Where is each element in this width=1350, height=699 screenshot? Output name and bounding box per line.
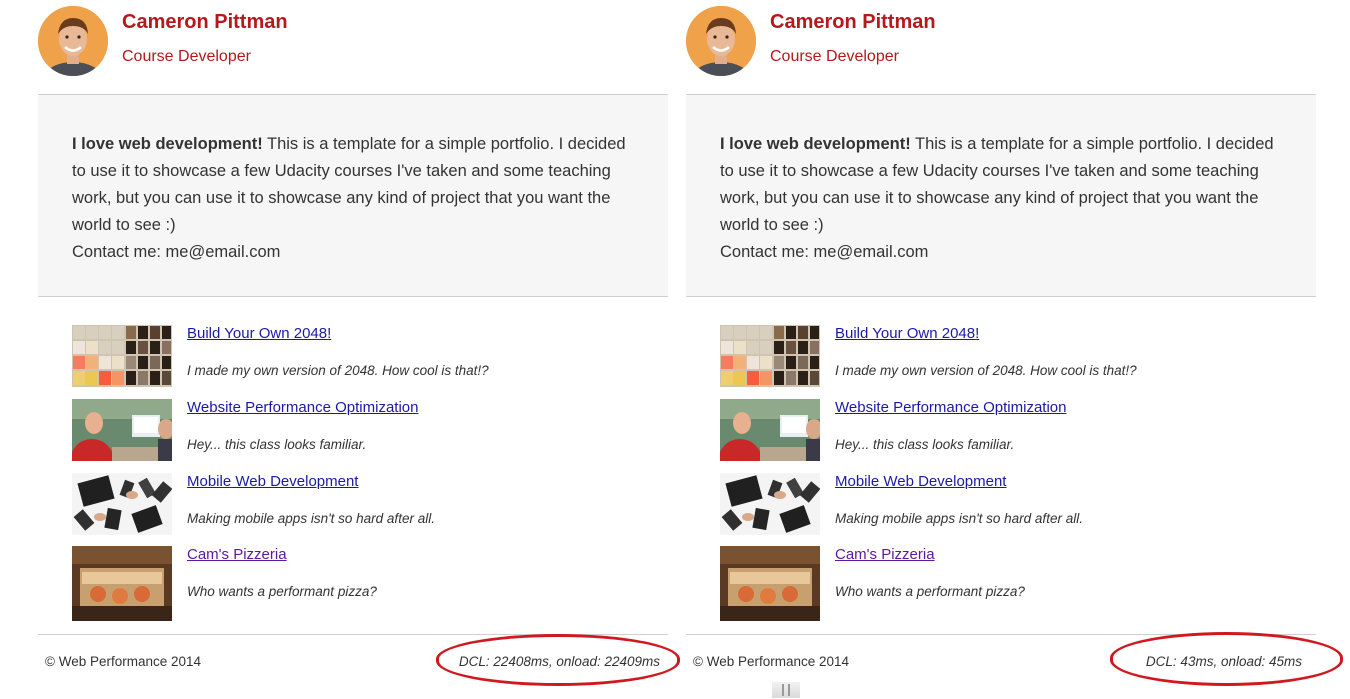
project-list: Build Your Own 2048! I made my own versi…: [686, 297, 1316, 634]
list-item: Cam's Pizzeria Who wants a performant pi…: [720, 546, 1280, 621]
profile-role: Course Developer: [770, 48, 899, 65]
project-description: Hey... this class looks familiar.: [187, 437, 367, 452]
list-item: Website Performance Optimization Hey... …: [720, 399, 1280, 463]
perf-timing: DCL: 22408ms, onload: 22409ms: [458, 654, 660, 669]
project-description: Who wants a performant pizza?: [835, 584, 1025, 599]
profile-name: Cameron Pittman: [122, 11, 288, 33]
perf-timing: DCL: 43ms, onload: 45ms: [1145, 654, 1302, 669]
project-description: I made my own version of 2048. How cool …: [835, 363, 1137, 378]
project-description: Hey... this class looks familiar.: [835, 437, 1015, 452]
avatar: [38, 6, 108, 76]
project-list: Build Your Own 2048! I made my own versi…: [38, 297, 668, 634]
copyright: © Web Performance 2014: [693, 654, 850, 669]
contact-info: Contact me: me@email.com: [720, 243, 929, 261]
project-link[interactable]: Cam's Pizzeria: [187, 546, 287, 563]
project-link[interactable]: Build Your Own 2048!: [187, 325, 331, 342]
project-link[interactable]: Website Performance Optimization: [187, 399, 418, 416]
list-item: Build Your Own 2048! I made my own versi…: [72, 325, 632, 389]
project-link[interactable]: Mobile Web Development: [835, 473, 1006, 490]
project-link[interactable]: Build Your Own 2048!: [835, 325, 979, 342]
scrollbar-grip[interactable]: [772, 682, 800, 698]
intro-section: I love web development! This is a templa…: [686, 95, 1316, 297]
profile-role: Course Developer: [122, 48, 251, 65]
list-item: Website Performance Optimization Hey... …: [72, 399, 632, 463]
list-item: Build Your Own 2048! I made my own versi…: [720, 325, 1280, 389]
profile-name: Cameron Pittman: [770, 11, 936, 33]
thumb-2048: [72, 325, 172, 387]
project-description: Making mobile apps isn't so hard after a…: [835, 511, 1083, 526]
page-footer: © Web Performance 2014 DCL: 22408ms, onl…: [38, 634, 668, 699]
project-link[interactable]: Cam's Pizzeria: [835, 546, 935, 563]
page-header: Cameron Pittman Course Developer: [38, 0, 668, 95]
list-item: Cam's Pizzeria Who wants a performant pi…: [72, 546, 632, 621]
project-description: Making mobile apps isn't so hard after a…: [187, 511, 435, 526]
thumb-mobile-dev: [72, 473, 172, 535]
thumb-mobile-dev: [720, 473, 820, 535]
thumb-pizzeria: [720, 546, 820, 621]
list-item: Mobile Web Development Making mobile app…: [72, 473, 632, 537]
project-description: I made my own version of 2048. How cool …: [187, 363, 489, 378]
thumb-pizzeria: [72, 546, 172, 621]
page-header: Cameron Pittman Course Developer: [686, 0, 1316, 95]
contact-info: Contact me: me@email.com: [72, 243, 281, 261]
thumb-web-perf: [72, 399, 172, 461]
list-item: Mobile Web Development Making mobile app…: [720, 473, 1280, 537]
project-description: Who wants a performant pizza?: [187, 584, 377, 599]
intro-section: I love web development! This is a templa…: [38, 95, 668, 297]
thumb-2048: [720, 325, 820, 387]
avatar: [686, 6, 756, 76]
portfolio-page-after: Cameron Pittman Course Developer I love …: [686, 0, 1316, 698]
thumb-web-perf: [720, 399, 820, 461]
intro-bold: I love web development!: [720, 135, 911, 153]
copyright: © Web Performance 2014: [45, 654, 202, 669]
portfolio-page-before: Cameron Pittman Course Developer I love …: [38, 0, 668, 698]
project-link[interactable]: Mobile Web Development: [187, 473, 358, 490]
intro-bold: I love web development!: [72, 135, 263, 153]
project-link[interactable]: Website Performance Optimization: [835, 399, 1066, 416]
